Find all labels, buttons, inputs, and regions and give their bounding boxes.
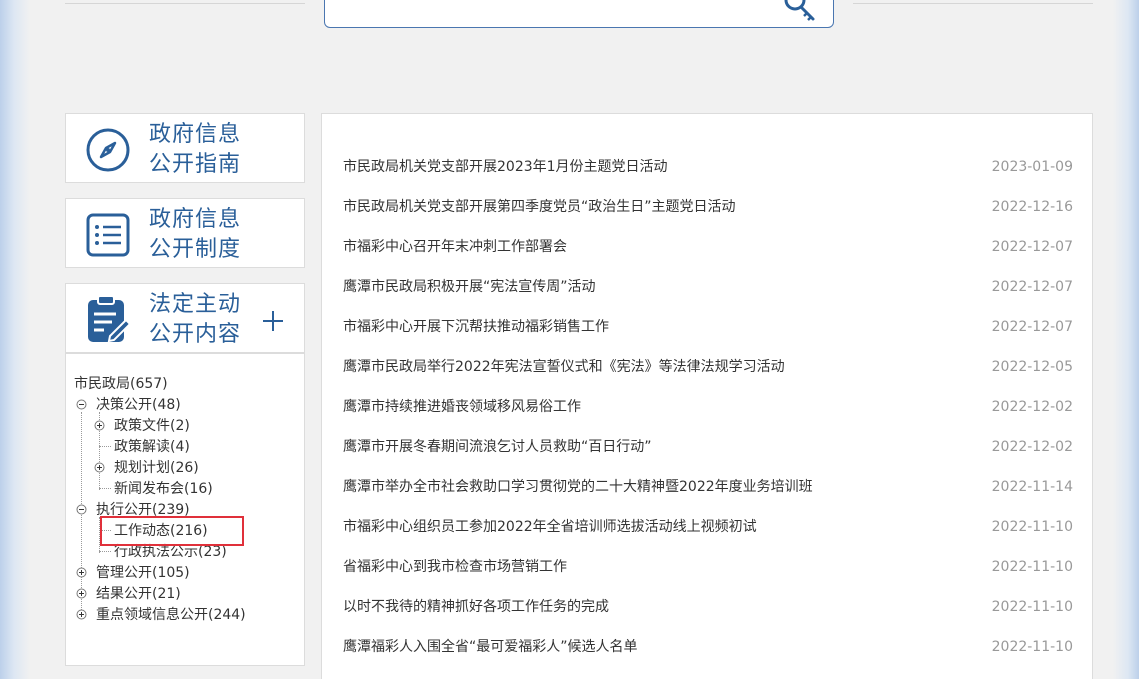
news-item[interactable]: 鹰潭福彩人入围全省“最可爱福彩人”候选人名单 2022-11-10 xyxy=(343,636,1073,658)
news-item[interactable]: 鹰潭市举办全市社会救助口学习贯彻党的二十大精神暨2022年度业务培训班 2022-… xyxy=(343,476,1073,498)
collapse-icon[interactable] xyxy=(76,504,87,515)
news-title-link[interactable]: 鹰潭市举办全市社会救助口学习贯彻党的二十大精神暨2022年度业务培训班 xyxy=(343,476,813,498)
content-card[interactable]: 法定主动 公开内容 xyxy=(65,283,305,353)
tree-item-planning[interactable]: 规划计划(26) xyxy=(114,459,199,477)
selected-item-highlight xyxy=(100,516,244,546)
news-date: 2022-12-16 xyxy=(991,199,1073,215)
tree-root[interactable]: 市民政局(657) xyxy=(74,375,168,393)
tree-item-management[interactable]: 管理公开(105) xyxy=(96,564,190,582)
news-title-link[interactable]: 市福彩中心组织员工参加2022年全省培训师选拔活动线上视频初试 xyxy=(343,516,757,538)
news-item[interactable]: 省福彩中心到我市检查市场营销工作 2022-11-10 xyxy=(343,556,1073,578)
news-item[interactable]: 市福彩中心开展下沉帮扶推动福彩销售工作 2022-12-07 xyxy=(343,316,1073,338)
tree-connector xyxy=(99,488,111,489)
news-date: 2022-11-14 xyxy=(991,479,1073,495)
tree-item-decision[interactable]: 决策公开(48) xyxy=(96,396,181,414)
expand-icon[interactable] xyxy=(76,567,87,578)
news-title-link[interactable]: 市福彩中心召开年末冲刺工作部署会 xyxy=(343,236,567,258)
news-title-link[interactable]: 鹰潭市持续推进婚丧领域移风易俗工作 xyxy=(343,396,581,418)
expand-icon[interactable] xyxy=(76,609,87,620)
news-title-link[interactable]: 省福彩中心到我市检查市场营销工作 xyxy=(343,556,567,578)
news-title-link[interactable]: 鹰潭市民政局积极开展“宪法宣传周”活动 xyxy=(343,276,596,298)
news-item[interactable]: 鹰潭市持续推进婚丧领域移风易俗工作 2022-12-02 xyxy=(343,396,1073,418)
top-divider-left xyxy=(65,3,305,4)
news-title-link[interactable]: 鹰潭市民政局举行2022年宪法宣誓仪式和《宪法》等法律法规学习活动 xyxy=(343,356,785,378)
expand-icon[interactable] xyxy=(76,588,87,599)
news-date: 2022-11-10 xyxy=(991,599,1073,615)
news-item[interactable]: 鹰潭市民政局积极开展“宪法宣传周”活动 2022-12-07 xyxy=(343,276,1073,298)
system-card[interactable]: 政府信息 公开制度 xyxy=(65,198,305,268)
news-date: 2022-12-07 xyxy=(991,319,1073,335)
news-item[interactable]: 鹰潭市开展冬春期间流浪乞讨人员救助“百日行动” 2022-12-02 xyxy=(343,436,1073,458)
news-date: 2022-11-10 xyxy=(991,639,1073,655)
news-item[interactable]: 以时不我待的精神抓好各项工作任务的完成 2022-11-10 xyxy=(343,596,1073,618)
news-title-link[interactable]: 以时不我待的精神抓好各项工作任务的完成 xyxy=(343,596,609,618)
guide-card[interactable]: 政府信息 公开指南 xyxy=(65,113,305,183)
tree-item-results[interactable]: 结果公开(21) xyxy=(96,585,181,603)
news-item[interactable]: 市民政局机关党支部开展第四季度党员“政治生日”主题党日活动 2022-12-16 xyxy=(343,196,1073,218)
news-date: 2022-12-07 xyxy=(991,239,1073,255)
guide-card-title: 政府信息 公开指南 xyxy=(149,122,242,177)
news-date: 2022-12-02 xyxy=(991,439,1073,455)
search-key-icon[interactable] xyxy=(779,0,819,25)
news-date: 2022-11-10 xyxy=(991,519,1073,535)
news-date: 2022-11-10 xyxy=(991,559,1073,575)
news-title-link[interactable]: 鹰潭福彩人入围全省“最可爱福彩人”候选人名单 xyxy=(343,636,638,658)
search-bar[interactable] xyxy=(324,0,834,28)
collapse-icon[interactable] xyxy=(76,399,87,410)
tree-item-policy-docs[interactable]: 政策文件(2) xyxy=(114,417,190,435)
news-title-link[interactable]: 市福彩中心开展下沉帮扶推动福彩销售工作 xyxy=(343,316,609,338)
news-item[interactable]: 市民政局机关党支部开展2023年1月份主题党日活动 2023-01-09 xyxy=(343,156,1073,178)
tree-item-press-conference[interactable]: 新闻发布会(16) xyxy=(114,480,213,498)
top-divider-right xyxy=(853,3,1093,4)
news-date: 2022-12-05 xyxy=(991,359,1073,375)
tree-item-policy-interpretation[interactable]: 政策解读(4) xyxy=(114,438,190,456)
news-date: 2022-12-02 xyxy=(991,399,1073,415)
clipboard-edit-icon xyxy=(88,296,132,343)
news-item[interactable]: 市福彩中心组织员工参加2022年全省培训师选拔活动线上视频初试 2022-11-1… xyxy=(343,516,1073,538)
system-card-title: 政府信息 公开制度 xyxy=(149,207,242,262)
tree-connector xyxy=(99,446,111,447)
compass-icon xyxy=(86,128,130,172)
expand-icon[interactable] xyxy=(94,420,105,431)
news-title-link[interactable]: 市民政局机关党支部开展2023年1月份主题党日活动 xyxy=(343,156,668,178)
content-card-title: 法定主动 公开内容 xyxy=(149,292,242,347)
expand-icon[interactable] xyxy=(94,462,105,473)
news-title-link[interactable]: 市民政局机关党支部开展第四季度党员“政治生日”主题党日活动 xyxy=(343,196,736,218)
news-date: 2022-12-07 xyxy=(991,279,1073,295)
tree-connector xyxy=(99,551,111,552)
list-icon xyxy=(86,213,130,257)
news-item[interactable]: 市福彩中心召开年末冲刺工作部署会 2022-12-07 xyxy=(343,236,1073,258)
tree-item-key-areas[interactable]: 重点领域信息公开(244) xyxy=(96,606,246,624)
news-date: 2023-01-09 xyxy=(991,159,1073,175)
plus-icon[interactable] xyxy=(262,310,284,332)
news-title-link[interactable]: 鹰潭市开展冬春期间流浪乞讨人员救助“百日行动” xyxy=(343,436,652,458)
news-item[interactable]: 鹰潭市民政局举行2022年宪法宣誓仪式和《宪法》等法律法规学习活动 2022-12… xyxy=(343,356,1073,378)
